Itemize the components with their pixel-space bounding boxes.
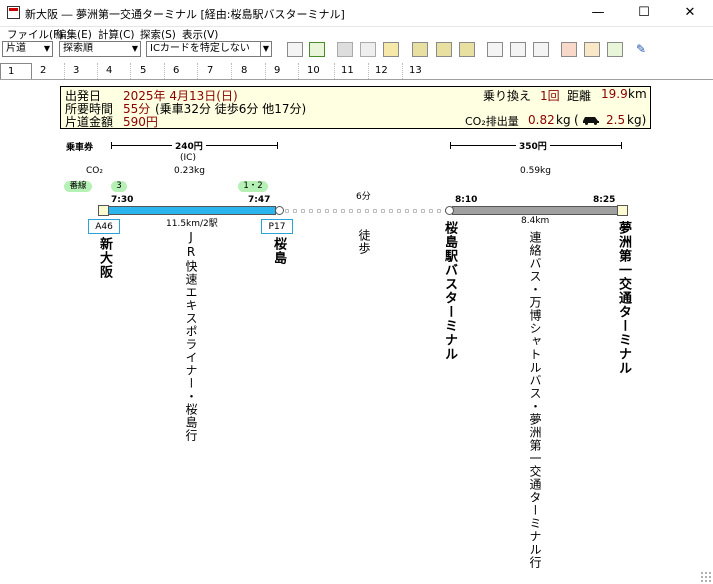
platform-a46[interactable]: A46 — [88, 219, 120, 234]
express-icon[interactable] — [360, 42, 376, 57]
maximize-button[interactable]: ☐ — [621, 0, 667, 26]
car-co2-unit: kg) — [627, 113, 647, 127]
time-bus-terminal: 8:10 — [455, 195, 478, 205]
minimize-button[interactable]: — — [575, 0, 621, 26]
trip-type-select[interactable]: 片道 ▼ — [2, 41, 53, 57]
tab-4[interactable]: 4 — [99, 63, 131, 79]
co2-row-label: CO₂ — [86, 166, 103, 176]
line-shuttle-bus: 連絡バス・万博シャトルバス・夢洲第一交通ターミナル行 — [528, 231, 542, 569]
tab-9[interactable]: 9 — [267, 63, 299, 79]
tab-12[interactable]: 12 — [369, 63, 403, 79]
car-co2-value: 2.5 — [606, 113, 626, 127]
close-button[interactable]: ✕ — [667, 0, 713, 26]
distance-unit: km — [628, 87, 647, 101]
walk-time: 6分 — [356, 192, 371, 202]
station-node-yumeshima[interactable] — [617, 205, 628, 216]
co2-label: CO₂排出量 — [465, 115, 519, 128]
co2-value: 0.82 — [528, 113, 555, 127]
mail-icon[interactable] — [487, 42, 503, 57]
duration-detail: (乗車32分 徒歩6分 他17分) — [155, 102, 307, 116]
chevron-down-icon: ▼ — [43, 44, 50, 53]
tab-3[interactable]: 3 — [66, 63, 98, 79]
ticket-label: 乗車券 — [66, 143, 94, 153]
tab-2[interactable]: 2 — [33, 63, 65, 79]
seg1-co2: 0.23kg — [174, 166, 205, 176]
station-node-shin-osaka[interactable] — [98, 205, 109, 216]
map-icon[interactable] — [436, 42, 452, 57]
seg1-fare: 240円 — [172, 139, 206, 152]
station-sakurajima[interactable]: 桜島 — [269, 237, 288, 265]
station-node-bus-terminal[interactable] — [445, 206, 454, 215]
ic-card-value: ICカードを特定しない — [150, 43, 250, 54]
train-segment[interactable] — [108, 206, 276, 215]
tab-5[interactable]: 5 — [133, 63, 165, 79]
walk-segment — [283, 208, 446, 214]
fare-label: 片道金額 — [65, 115, 114, 129]
seg1-ic: (IC) — [180, 153, 196, 163]
track-departure: 3 — [111, 181, 127, 192]
chart-icon[interactable] — [309, 42, 325, 57]
station-shin-osaka[interactable]: 新大阪 — [95, 237, 114, 279]
tab-13[interactable]: 13 — [403, 63, 437, 79]
distance-label: 距離 — [567, 89, 592, 103]
tab-8[interactable]: 8 — [234, 63, 266, 79]
browser-icon[interactable] — [337, 42, 353, 57]
tab-1[interactable]: 1 — [0, 63, 32, 79]
seg2-fare: 350円 — [516, 139, 550, 152]
next-route-icon[interactable] — [607, 42, 623, 57]
co2-unit: kg — [556, 113, 571, 127]
print-icon[interactable] — [510, 42, 526, 57]
ic-card-select[interactable]: ICカードを特定しない ▼ — [146, 41, 272, 57]
line-jr-expo-liner: JR快速エキスポライナー・桜島行 — [184, 230, 198, 442]
seg1-fare-bracket-right — [277, 142, 278, 149]
bus-segment[interactable] — [452, 206, 618, 215]
tab-11[interactable]: 11 — [335, 63, 369, 79]
resize-grip-icon[interactable] — [700, 571, 711, 582]
sort-order-value: 探索順 — [63, 43, 93, 54]
sort-order-select[interactable]: 探索順 ▼ — [59, 41, 141, 57]
edit-pen-icon[interactable]: ✎ — [636, 42, 652, 57]
seg1-distance: 11.5km/2駅 — [166, 219, 218, 229]
seg1-fare-bracket-left — [111, 142, 112, 149]
track-label: 番線 — [64, 181, 92, 192]
calendar-icon[interactable] — [533, 42, 549, 57]
seg2-fare-bracket-left — [450, 142, 451, 149]
seg2-fare-bracket-right — [621, 142, 622, 149]
app-icon[interactable] — [7, 6, 20, 19]
track-arrival: 1・2 — [238, 181, 268, 192]
seg2-distance: 8.4km — [521, 216, 550, 226]
car-icon — [582, 114, 600, 125]
timetable-icon[interactable] — [287, 42, 303, 57]
previous-route-icon[interactable] — [561, 42, 577, 57]
platform-p17[interactable]: P17 — [261, 219, 293, 234]
station-yumeshima-terminal[interactable]: 夢洲第一交通ターミナル — [614, 221, 633, 375]
car-co2-open: ( — [574, 113, 579, 127]
tab-10[interactable]: 10 — [301, 63, 335, 79]
window-title: 新大阪 ― 夢洲第一交通ターミナル [経由:桜島駅バスターミナル] — [25, 8, 345, 21]
bus-icon[interactable] — [412, 42, 428, 57]
transfers-label: 乗り換え — [483, 89, 532, 103]
time-sakurajima: 7:47 — [248, 195, 271, 205]
fare-value: 590円 — [123, 115, 158, 129]
time-shin-osaka: 7:30 — [111, 195, 134, 205]
transfers-value: 1回 — [540, 89, 560, 103]
tab-6[interactable]: 6 — [166, 63, 198, 79]
station-node-sakurajima[interactable] — [275, 206, 284, 215]
time-yumeshima: 8:25 — [593, 195, 616, 205]
station-sakurajima-bus-terminal[interactable]: 桜島駅バスターミナル — [440, 221, 459, 361]
route-map-icon[interactable] — [459, 42, 475, 57]
walk-label: 徒歩 — [357, 229, 371, 255]
route-detail-icon[interactable] — [584, 42, 600, 57]
trip-type-value: 片道 — [6, 43, 26, 54]
seg2-co2: 0.59kg — [520, 166, 551, 176]
chevron-down-icon: ▼ — [259, 42, 271, 56]
tab-7[interactable]: 7 — [200, 63, 232, 79]
copy-icon[interactable] — [383, 42, 399, 57]
distance-value: 19.9 — [601, 87, 628, 101]
chevron-down-icon: ▼ — [131, 44, 138, 53]
